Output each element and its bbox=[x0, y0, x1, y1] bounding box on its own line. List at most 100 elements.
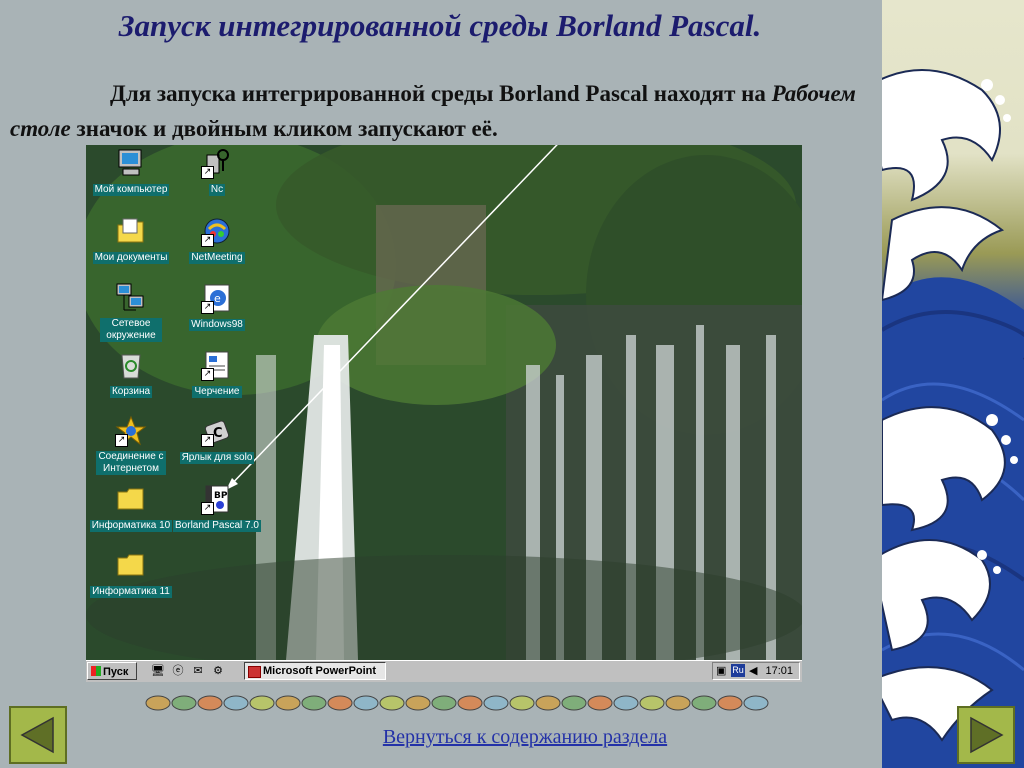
network-icon bbox=[115, 282, 147, 314]
next-slide-button[interactable] bbox=[957, 706, 1015, 764]
desktop-icon-network[interactable]: Сетевое окружение bbox=[86, 282, 176, 343]
drawing-document-icon: ↗ bbox=[201, 349, 233, 381]
desktop-icon-label: NetMeeting bbox=[189, 252, 245, 264]
borland-pascal-icon: BP ↗ bbox=[201, 483, 233, 515]
decorative-wave-panel bbox=[882, 0, 1024, 768]
frieze-leaf bbox=[587, 695, 613, 711]
powerpoint-icon bbox=[248, 666, 261, 678]
desktop-icon-informatika10[interactable]: Информатика 10 bbox=[86, 483, 176, 533]
volume-icon[interactable]: ◀ bbox=[749, 663, 757, 679]
internet-connection-icon: ↗ bbox=[115, 415, 147, 447]
tray-monitor-icon[interactable]: ▣ bbox=[716, 663, 726, 679]
desktop-icon-label: Windows98 bbox=[189, 319, 245, 331]
desktop-icon-my-computer[interactable]: Мой компьютер bbox=[86, 147, 176, 197]
windows-flag-icon bbox=[91, 666, 101, 676]
desktop-icon-label: Соединение с Интернетом bbox=[96, 451, 166, 475]
frieze-leaf bbox=[197, 695, 223, 711]
slide-paragraph: Для запуска интегрированной среды Borlan… bbox=[10, 76, 870, 146]
frieze-leaf bbox=[171, 695, 197, 711]
desktop-icon-label: Мои документы bbox=[92, 252, 170, 264]
tray-clock: 17:01 bbox=[765, 665, 793, 677]
frieze-leaf bbox=[717, 695, 743, 711]
svg-text:e: e bbox=[214, 292, 221, 305]
desktop-screenshot: Мой компьютер Мои документы Сетевое окру… bbox=[86, 145, 802, 660]
shortcut-arrow-icon: ↗ bbox=[201, 234, 214, 247]
recycle-bin-icon bbox=[115, 349, 147, 381]
start-label: Пуск bbox=[103, 666, 129, 678]
desktop-icon-label: Мой компьютер bbox=[92, 184, 170, 196]
slide-title: Запуск интегрированной среды Borland Pas… bbox=[118, 8, 762, 43]
arrow-right-icon bbox=[970, 716, 1004, 754]
shortcut-arrow-icon: ↗ bbox=[201, 434, 214, 447]
frieze-leaf bbox=[353, 695, 379, 711]
leaf-frieze-decoration bbox=[145, 695, 769, 711]
folder-documents-icon bbox=[115, 215, 147, 247]
folder-icon bbox=[115, 549, 147, 581]
frieze-leaf bbox=[457, 695, 483, 711]
desktop-icon-borland-pascal[interactable]: BP ↗ Borland Pascal 7.0 bbox=[172, 483, 262, 533]
shortcut-arrow-icon: ↗ bbox=[201, 368, 214, 381]
shortcut-arrow-icon: ↗ bbox=[201, 301, 214, 314]
show-desktop-icon[interactable]: 🖥 bbox=[150, 664, 166, 678]
desktop-icon-label: Borland Pascal 7.0 bbox=[173, 520, 261, 532]
desktop-icon-internet-connection[interactable]: ↗ Соединение с Интернетом bbox=[86, 415, 176, 476]
frieze-leaf bbox=[327, 695, 353, 711]
back-to-contents-link[interactable]: Вернуться к содержанию раздела bbox=[330, 726, 720, 749]
desktop-icon-solo-shortcut[interactable]: C ↗ Ярлык для solo bbox=[172, 415, 262, 465]
frieze-leaf bbox=[483, 695, 509, 711]
frieze-leaf bbox=[665, 695, 691, 711]
desktop-icon-informatika11[interactable]: Информатика 11 bbox=[86, 549, 176, 599]
start-button[interactable]: Пуск bbox=[87, 662, 137, 680]
frieze-leaf bbox=[301, 695, 327, 711]
paragraph-text-2: значок и двойным кликом запускают её. bbox=[70, 116, 498, 141]
shortcut-arrow-icon: ↗ bbox=[115, 434, 128, 447]
netmeeting-icon: ↗ bbox=[201, 215, 233, 247]
svg-text:C: C bbox=[213, 426, 223, 441]
computer-icon bbox=[115, 147, 147, 179]
prev-slide-button[interactable] bbox=[9, 706, 67, 764]
frieze-leaf bbox=[379, 695, 405, 711]
channels-icon[interactable]: ⚙ bbox=[210, 664, 226, 678]
svg-text:BP: BP bbox=[214, 491, 228, 501]
desktop-icon-windows98[interactable]: e ↗ Windows98 bbox=[172, 282, 262, 332]
frieze-leaf bbox=[535, 695, 561, 711]
windows98-icon: e ↗ bbox=[201, 282, 233, 314]
desktop-icon-label: Корзина bbox=[109, 386, 153, 398]
desktop-icon-label: Информатика 11 bbox=[90, 586, 172, 598]
frieze-leaf bbox=[691, 695, 717, 711]
task-label: Microsoft PowerPoint bbox=[263, 665, 377, 677]
frieze-leaf bbox=[509, 695, 535, 711]
shortcut-arrow-icon: ↗ bbox=[201, 166, 214, 179]
desktop-icon-label: Сетевое окружение bbox=[100, 318, 162, 342]
frieze-leaf bbox=[431, 695, 457, 711]
language-indicator[interactable]: Ru bbox=[731, 664, 745, 677]
internet-explorer-icon[interactable]: ⓔ bbox=[170, 664, 186, 678]
taskbar-powerpoint-button[interactable]: Microsoft PowerPoint bbox=[244, 662, 386, 680]
nc-icon: ↗ bbox=[201, 147, 233, 179]
desktop-icon-label: Nc bbox=[208, 184, 226, 196]
frieze-leaf bbox=[223, 695, 249, 711]
desktop-icon-netmeeting[interactable]: ↗ NetMeeting bbox=[172, 215, 262, 265]
solo-icon: C ↗ bbox=[201, 415, 233, 447]
wave-decoration bbox=[882, 69, 1024, 768]
frieze-leaf bbox=[145, 695, 171, 711]
paragraph-text-1: Для запуска интегрированной среды Borlan… bbox=[110, 81, 772, 106]
desktop-icon-recycle-bin[interactable]: Корзина bbox=[86, 349, 176, 399]
desktop-icon-label: Информатика 10 bbox=[89, 520, 173, 532]
arrow-left-icon bbox=[20, 716, 54, 754]
system-tray: ▣ Ru ◀ 17:01 bbox=[712, 662, 800, 680]
folder-icon bbox=[115, 483, 147, 515]
frieze-leaf bbox=[743, 695, 769, 711]
desktop-icon-label: Черчение bbox=[192, 386, 242, 398]
windows-taskbar: Пуск 🖥 ⓔ ✉ ⚙ Microsoft PowerPoint ▣ Ru ◀… bbox=[86, 660, 802, 682]
outlook-express-icon[interactable]: ✉ bbox=[190, 664, 206, 678]
desktop-icon-my-documents[interactable]: Мои документы bbox=[86, 215, 176, 265]
frieze-leaf bbox=[561, 695, 587, 711]
frieze-leaf bbox=[405, 695, 431, 711]
frieze-leaf bbox=[613, 695, 639, 711]
desktop-icon-nc[interactable]: ↗ Nc bbox=[172, 147, 262, 197]
frieze-leaf bbox=[639, 695, 665, 711]
shortcut-arrow-icon: ↗ bbox=[201, 502, 214, 515]
desktop-icon-cherchenie[interactable]: ↗ Черчение bbox=[172, 349, 262, 399]
desktop-icon-label: Ярлык для solo bbox=[179, 452, 255, 464]
